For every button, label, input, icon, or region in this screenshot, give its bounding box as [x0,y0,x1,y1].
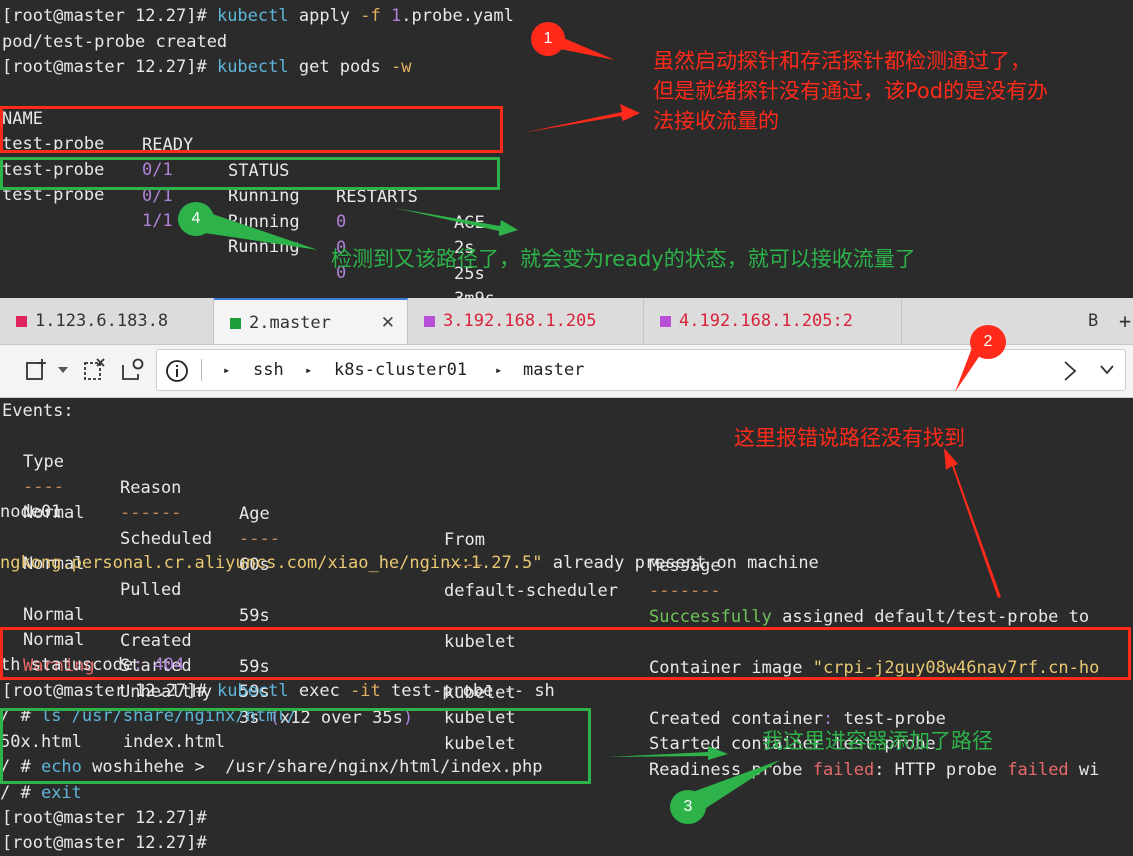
annotation-badge-4: 4 [178,202,214,236]
annotation-badge-3: 3 [670,790,706,824]
annotation-badge-2: 2 [970,325,1006,359]
annotation-text-2: 这里报错说路径没有找到 [734,426,965,450]
annotation-text-1: 虽然启动探针和存活探针都检测通过了， 但是就绪探针没有通过，该Pod的是没有办 … [653,49,1049,133]
annotation-text-3: 我这里进容器添加了路径 [762,729,993,753]
annotation-text-4: 检测到又该路径了，就会变为ready的状态，就可以接收流量了 [331,247,916,271]
annotation-badge-1: 1 [531,22,565,56]
